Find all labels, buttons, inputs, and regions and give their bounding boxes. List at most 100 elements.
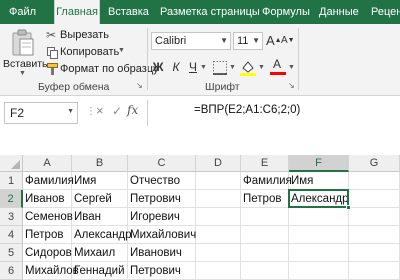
font-name-select[interactable]: Calibri ▼ [151,32,231,50]
cell-f5[interactable] [289,244,349,262]
dialog-launcher-icon[interactable]: ↘ [136,81,143,90]
bold-button[interactable]: Ж [152,58,164,76]
tab-page-layout[interactable]: Разметка страницы [160,0,260,24]
clipboard-icon [12,29,34,56]
cell-e5[interactable] [241,244,289,262]
chevron-down-icon: ▼ [220,36,228,45]
cell-b5[interactable]: Михаил [72,244,128,262]
cell-c1[interactable]: Отчество [128,172,196,190]
chevron-down-icon: ▼ [67,108,74,115]
column-header-e[interactable]: E [241,155,289,172]
copy-button[interactable]: Копировать ▼ [44,45,134,61]
cell-f1[interactable]: Имя [289,172,349,190]
italic-button[interactable]: К [170,58,182,76]
chevron-down-icon: ▼ [252,36,260,45]
name-box[interactable]: F2 ▼ [4,102,78,124]
font-name-value: Calibri [155,35,187,47]
grow-font-label: A [266,33,275,48]
cell-c4[interactable]: Михайлович [128,226,196,244]
cut-button[interactable]: ✂ Вырезать [44,28,134,44]
tab-home[interactable]: Главная [54,0,100,24]
column-header-b[interactable]: B [72,155,128,172]
paintbrush-icon [47,63,58,75]
tab-review[interactable]: Реценз [371,0,400,24]
cell-a4[interactable]: Петров [23,226,72,244]
cell-f4[interactable] [289,226,349,244]
cell-e4[interactable] [241,226,289,244]
cell-d4[interactable] [196,226,241,244]
cell-e1[interactable]: Фамилия [241,172,292,190]
font-size-select[interactable]: 11 ▼ [233,32,263,50]
row-header-1[interactable]: 1 [0,172,23,190]
cell-g4[interactable] [349,226,400,244]
row-header-3[interactable]: 3 [0,208,23,226]
cell-b3[interactable]: Иван [72,208,128,226]
chevron-down-icon[interactable]: ▼ [200,64,207,71]
row-header-5[interactable]: 5 [0,244,23,262]
cell-d2[interactable] [196,190,241,208]
cell-a2[interactable]: Иванов [23,190,72,208]
insert-function-icon[interactable]: fx [127,103,138,117]
tab-formulas[interactable]: Формулы [262,0,310,24]
cell-g2[interactable] [349,190,400,208]
format-painter-button[interactable]: Формат по образцу [44,62,159,78]
select-all-corner[interactable] [0,155,23,172]
shrink-font-button[interactable]: A▼ [281,32,295,50]
cell-e3[interactable] [241,208,289,226]
dialog-launcher-icon[interactable]: ↘ [288,81,295,90]
chevron-down-icon[interactable]: ▼ [229,64,236,71]
row-header-2[interactable]: 2 [0,190,23,208]
cell-d6[interactable] [196,262,241,280]
cell-c5[interactable]: Иванович [128,244,196,262]
cell-a5[interactable]: Сидоров [23,244,72,262]
font-color-button[interactable]: A [270,57,286,76]
cell-g5[interactable] [349,244,400,262]
cell-d5[interactable] [196,244,241,262]
cell-c6[interactable]: Петрович [128,262,196,280]
fill-color-icon[interactable] [240,59,256,76]
cut-label: Вырезать [60,29,109,41]
cancel-icon[interactable]: × [96,103,104,118]
formula-input[interactable]: =ВПР(E2;A1:C6;2;0) [152,100,398,140]
cell-a1[interactable]: Фамилия [23,172,74,190]
row-header-4[interactable]: 4 [0,226,23,244]
column-header-d[interactable]: D [196,155,241,172]
cell-c3[interactable]: Игоревич [128,208,196,226]
chevron-down-icon[interactable]: ▼ [288,64,295,71]
cell-g6[interactable] [349,262,400,280]
cell-g1[interactable] [349,172,400,190]
cell-e6[interactable] [241,262,289,280]
cell-f6[interactable] [289,262,349,280]
borders-icon[interactable] [213,61,227,75]
cell-g3[interactable] [349,208,400,226]
cell-f3[interactable] [289,208,349,226]
tab-insert[interactable]: Вставка [108,0,149,24]
cell-d3[interactable] [196,208,241,226]
chevron-down-icon[interactable]: ▼ [258,64,265,71]
scissors-icon: ✂ [46,28,57,42]
shrink-font-label: A [281,35,288,46]
row-header-6[interactable]: 6 [0,262,23,280]
fill-handle[interactable] [346,205,351,210]
column-header-g[interactable]: G [349,155,400,172]
drag-handle-icon[interactable]: ⋮ [86,106,96,117]
cell-b4[interactable]: Александр [72,226,132,244]
column-header-f[interactable]: F [289,155,349,172]
cell-a6[interactable]: Михайлов [23,262,79,280]
tab-file[interactable]: Файл [9,0,36,24]
cell-b2[interactable]: Сергей [72,190,128,208]
cell-b1[interactable]: Имя [72,172,128,190]
tab-data[interactable]: Данные [319,0,359,24]
cell-a3[interactable]: Семенов [23,208,73,226]
cell-e2[interactable]: Петров [241,190,289,208]
group-divider [147,28,148,90]
enter-icon[interactable]: ✓ [112,104,122,118]
grow-font-button[interactable]: A▲ [266,32,282,50]
cell-b6[interactable]: Геннадий [72,262,128,280]
column-header-a[interactable]: A [23,155,72,172]
paste-button[interactable]: Вставить ▼ [3,27,48,77]
underline-button[interactable]: Ч [187,58,199,76]
cell-d1[interactable] [196,172,241,190]
column-header-c[interactable]: C [128,155,196,172]
cell-c2[interactable]: Петрович [128,190,196,208]
